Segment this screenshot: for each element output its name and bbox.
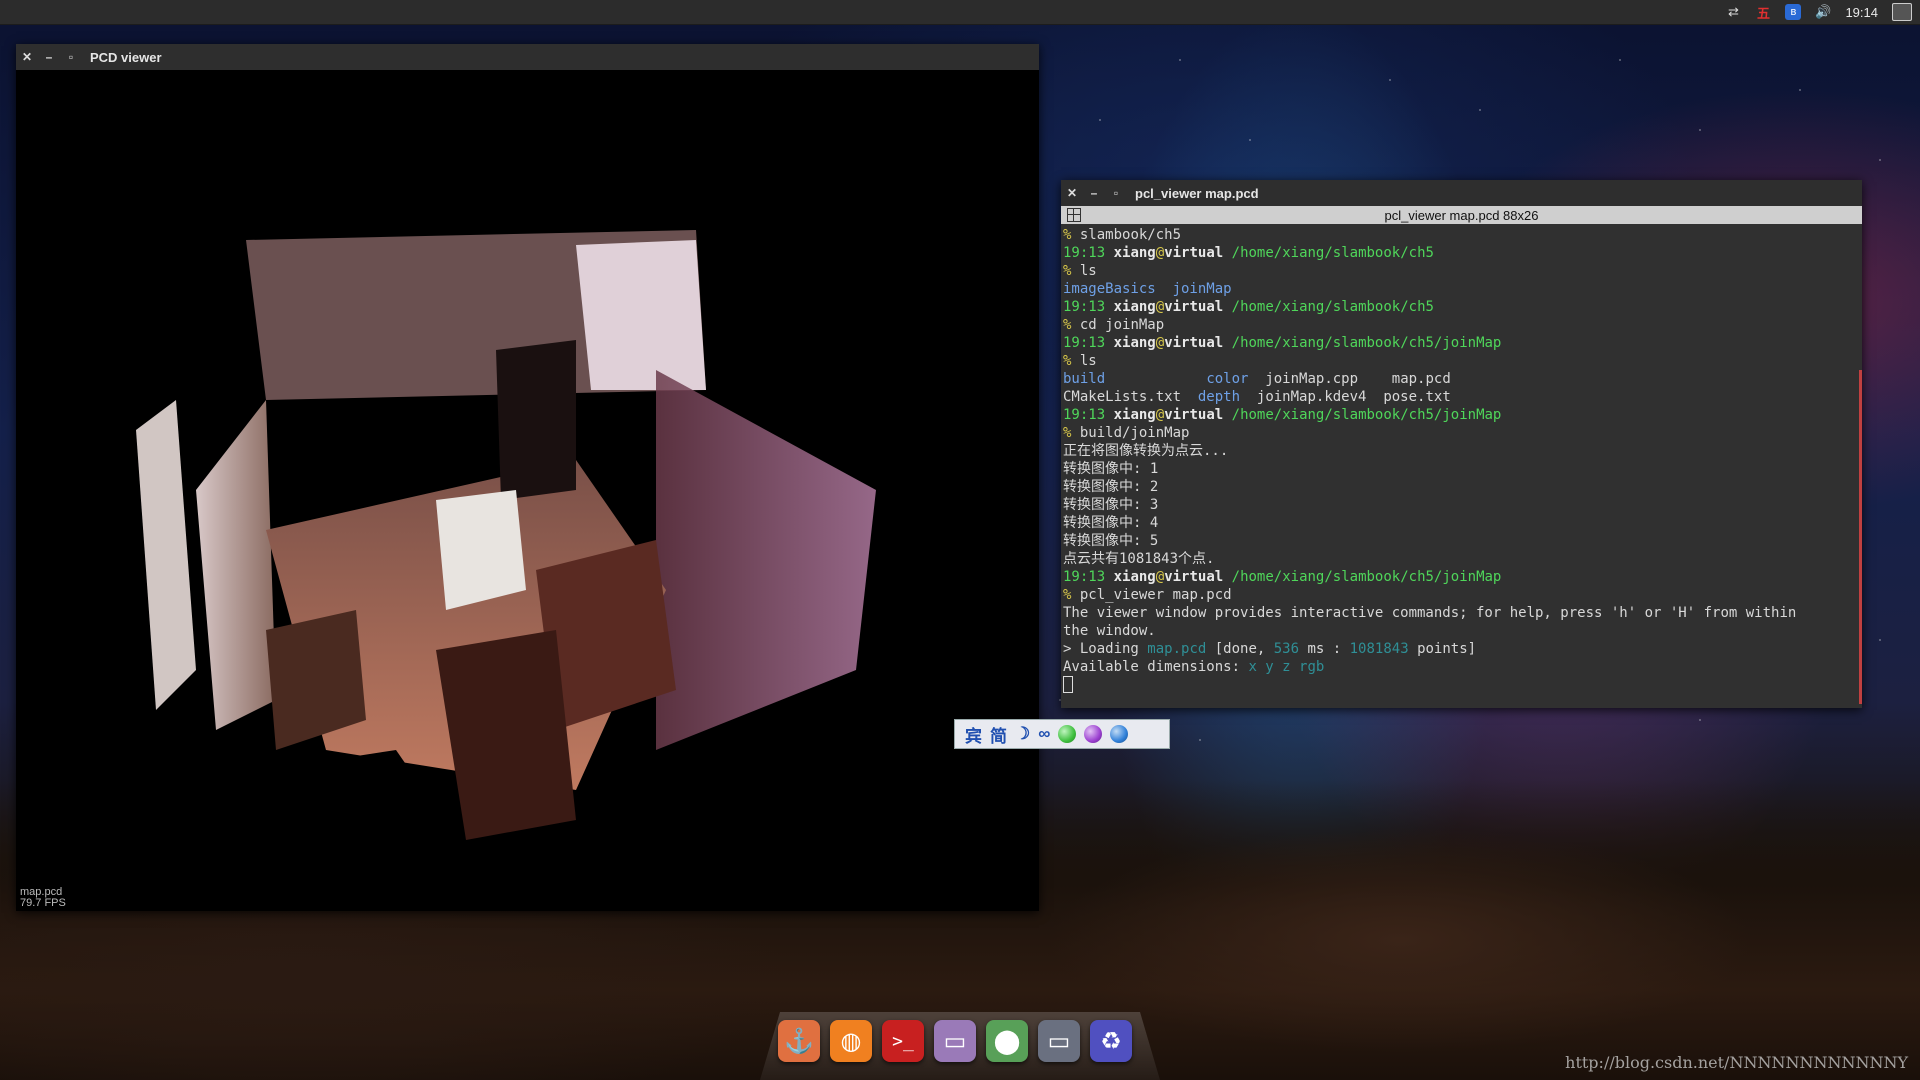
top-panel: ⇄ 五 ʙ 🔊 19:14 (0, 0, 1920, 25)
point-cloud-viewport[interactable]: map.pcd 79.7 FPS (16, 70, 1039, 911)
anchor-app-icon[interactable]: ⚓ (778, 1020, 820, 1062)
dock: ⚓ ◍ >_ ▭ ⬤ ▭ ♻ (778, 1020, 1132, 1062)
maximize-button[interactable]: ▫ (60, 50, 82, 64)
ime-toolbar[interactable]: 宾 简 ☽ ∞ (954, 719, 1170, 749)
window-app-icon[interactable]: ▭ (1038, 1020, 1080, 1062)
firefox-icon[interactable]: ◍ (830, 1020, 872, 1062)
pcd-viewer-titlebar[interactable]: ✕ – ▫ PCD viewer (16, 44, 1039, 70)
prompt-line: 19:13 xiang@virtual /home/xiang/slambook… (1063, 299, 1434, 315)
wubi-input-icon[interactable]: 五 (1755, 4, 1771, 21)
tab-title: pcl_viewer map.pcd 88x26 (1384, 207, 1539, 223)
ime-logo-icon[interactable]: 宾 (965, 722, 982, 747)
system-tray: ⇄ 五 ʙ 🔊 19:14 (1725, 0, 1920, 24)
terminal-cursor-line (1063, 676, 1860, 695)
terminal-line: % slambook/ch5 (1063, 227, 1182, 243)
bluetooth-icon[interactable]: ʙ (1785, 4, 1802, 20)
watermark-text: http://blog.csdn.net/NNNNNNNNNNNNY (1565, 1053, 1908, 1072)
terminal-line: CMakeLists.txt depth joinMap.kdev4 pose.… (1063, 389, 1451, 405)
clock[interactable]: 19:14 (1845, 5, 1878, 20)
purple-dot-icon[interactable] (1084, 725, 1103, 743)
moon-icon[interactable]: ☽ (1015, 724, 1030, 744)
point-cloud-render (136, 230, 876, 890)
green-dot-icon[interactable] (1058, 725, 1077, 743)
terminal-line: 正在将图像转换为点云... (1063, 443, 1229, 459)
close-button[interactable]: ✕ (16, 50, 38, 64)
terminal-line: imageBasics joinMap (1063, 281, 1232, 297)
terminal-titlebar[interactable]: ✕ – ▫ pcl_viewer map.pcd (1061, 180, 1862, 206)
terminal-line: 转换图像中: 1 (1063, 461, 1159, 477)
terminal-line: the window. (1063, 623, 1156, 639)
link-icon[interactable]: ∞ (1038, 724, 1050, 744)
window-title: PCD viewer (90, 49, 162, 65)
terminal-line: 点云共有1081843个点. (1063, 551, 1215, 567)
system-menu-icon[interactable] (1892, 3, 1912, 21)
prompt-line: 19:13 xiang@virtual /home/xiang/slambook… (1063, 245, 1434, 261)
minimize-button[interactable]: – (1083, 186, 1105, 200)
close-button[interactable]: ✕ (1061, 186, 1083, 200)
fps-overlay: map.pcd 79.7 FPS (20, 887, 66, 909)
terminal-line: 转换图像中: 3 (1063, 497, 1159, 513)
terminal-line: 转换图像中: 2 (1063, 479, 1159, 495)
terminal-line: Available dimensions: x y z rgb (1063, 659, 1325, 675)
terminal-line: > Loading map.pcd [done, 536 ms : 108184… (1063, 641, 1477, 657)
terminal-window: ✕ – ▫ pcl_viewer map.pcd pcl_viewer map.… (1061, 180, 1862, 708)
terminal-scrollbar[interactable] (1859, 370, 1862, 704)
terminal-app-icon[interactable]: >_ (882, 1020, 924, 1062)
terminal-line: build color joinMap.cpp map.pcd (1063, 371, 1451, 387)
ime-mode-toggle[interactable]: 简 (990, 722, 1007, 747)
window-title: pcl_viewer map.pcd (1135, 185, 1259, 201)
tab-grid-icon[interactable] (1067, 208, 1081, 222)
terminal-line: % pcl_viewer map.pcd (1063, 587, 1232, 603)
maximize-button[interactable]: ▫ (1105, 186, 1127, 200)
terminal-line: 转换图像中: 5 (1063, 533, 1159, 549)
terminal-cursor (1063, 676, 1073, 693)
files-icon[interactable]: ▭ (934, 1020, 976, 1062)
install-app-icon[interactable]: ⬤ (986, 1020, 1028, 1062)
volume-icon[interactable]: 🔊 (1815, 4, 1831, 20)
terminal-output[interactable]: % slambook/ch5 19:13 xiang@virtual /home/… (1061, 224, 1862, 708)
terminal-line: % cd joinMap (1063, 317, 1165, 333)
terminal-line: 转换图像中: 4 (1063, 515, 1159, 531)
prompt-line: 19:13 xiang@virtual /home/xiang/slambook… (1063, 335, 1502, 351)
trash-icon[interactable]: ♻ (1090, 1020, 1132, 1062)
minimize-button[interactable]: – (38, 50, 60, 64)
prompt-line: 19:13 xiang@virtual /home/xiang/slambook… (1063, 407, 1502, 423)
pcd-viewer-window: ✕ – ▫ PCD viewer map.pcd 79.7 FPS (16, 44, 1039, 911)
network-icon[interactable]: ⇄ (1725, 4, 1741, 20)
terminal-line: % build/joinMap (1063, 425, 1190, 441)
terminal-tab[interactable]: pcl_viewer map.pcd 88x26 (1061, 206, 1862, 224)
prompt-line: 19:13 xiang@virtual /home/xiang/slambook… (1063, 569, 1502, 585)
terminal-line: The viewer window provides interactive c… (1063, 605, 1797, 621)
terminal-line: % ls (1063, 263, 1097, 279)
terminal-line: % ls (1063, 353, 1097, 369)
blue-dot-icon[interactable] (1110, 725, 1129, 743)
fps-label: 79.7 FPS (20, 897, 66, 909)
